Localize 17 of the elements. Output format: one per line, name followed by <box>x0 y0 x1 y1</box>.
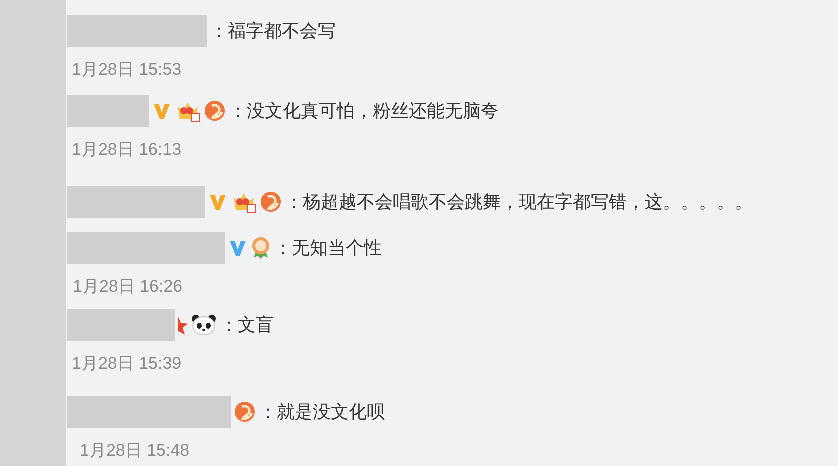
comment-time: 1月28日 15:53 <box>72 60 182 79</box>
star-icon <box>178 314 188 336</box>
shrimp-icon <box>204 100 226 122</box>
comment-text: ：没文化真可怕，粉丝还能无脑夸 <box>229 100 499 122</box>
comment-text: ：文盲 <box>220 314 274 336</box>
panda-icon <box>191 314 217 336</box>
comment-text: ：无知当个性 <box>274 236 382 260</box>
shrimp-icon <box>234 401 256 423</box>
medal-icon <box>251 237 271 259</box>
shrimp-icon <box>260 191 282 213</box>
comment-time: 1月28日 15:48 <box>80 441 190 460</box>
comment-text: ：就是没文化呗 <box>259 400 385 424</box>
comment-time: 1月28日 15:39 <box>72 354 182 373</box>
comment-time: 1月28日 16:13 <box>72 140 182 159</box>
comment-text: ：福字都不会写 <box>210 20 336 42</box>
comment-text: ：杨超越不会唱歌不会跳舞，现在字都写错，这。。。。。 <box>285 190 753 214</box>
comment-time: 1月28日 16:26 <box>73 277 183 296</box>
